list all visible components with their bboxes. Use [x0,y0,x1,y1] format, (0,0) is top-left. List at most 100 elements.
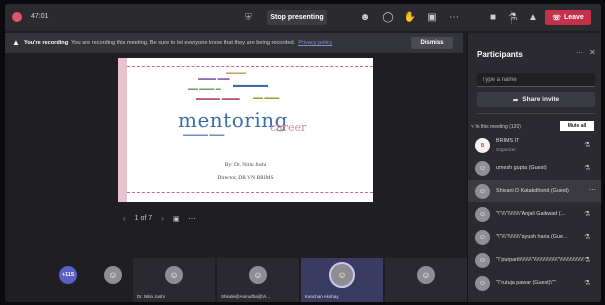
participant-tile-name: Shinde@Anirudha@Vi... [221,294,270,299]
share-icon: ➦ [512,96,519,104]
dismiss-button[interactable]: Dismiss [411,37,453,49]
leave-button[interactable]: ☏ Leave [545,10,591,25]
panel-more-icon[interactable]: ⋯ [576,49,583,57]
warning-icon: ▲ [12,38,20,47]
participant-tile-name: Dr. Nitin Joshi [137,294,165,299]
participant-name: "\"\\\"\\\\\\\\"ayush haria (Gue... [496,234,568,240]
avatar: ☺ [104,266,122,284]
next-slide-icon[interactable]: › [161,214,164,223]
participant-role: Organizer [496,147,516,152]
stop-presenting-button[interactable]: Stop presenting [267,10,327,25]
phone-icon: ☏ [552,14,561,22]
in-meeting-section-toggle[interactable]: ˅ In this meeting (120) [471,124,521,130]
overflow-tile[interactable]: +115 ☺ [5,258,131,302]
slide-director: Director, DR VN BRIMS [217,175,274,181]
slide-subword: career [270,121,307,134]
recording-title: You're recording [24,40,69,46]
wordcloud-fragment: ▬▬▬▬▬ [233,82,268,89]
participant-name: "\"purparti\\\\\\\\"\\\\\\\\\\\\\\\\"\\\… [496,257,584,263]
participant-row[interactable]: ☺ "\"purparti\\\\\\\\"\\\\\\\\\\\\\\\\"\… [468,249,601,271]
share-screen-icon[interactable]: ▲ [525,9,541,25]
shield-icon: ⛨ [245,12,252,22]
meeting-timer: 47:01 [31,13,49,20]
close-icon[interactable]: ✕ [589,48,596,57]
avatar: ☺ [329,262,355,288]
share-invite-label: Share invite [522,96,560,103]
slide-author: By: Dr. Nitin Joshi [224,162,267,168]
participant-tile[interactable]: ☺ Shinde@Anirudha@Vi... [217,258,299,302]
avatar: ☺ [475,276,490,291]
mic-off-icon: ⚗ [584,234,591,241]
participant-row[interactable]: ☺ Shivani D Katakdhond (Guest) ⋯ [468,180,601,202]
participant-row[interactable]: ☺ "\"rutuja pawar (Guest)\"" ⚗ [468,272,601,294]
slide-more-icon[interactable]: ⋯ [188,215,195,223]
avatar: ☺ [417,266,435,284]
mic-off-icon[interactable]: ⚗ [505,9,521,25]
avatar: ☺ [475,253,490,268]
previous-slide-icon[interactable]: ‹ [123,214,126,223]
participant-name: Shivani D Katakdhond (Guest) [496,188,569,194]
reactions-icon[interactable]: ✋ [402,9,418,25]
mic-off-icon: ⚗ [584,280,591,287]
mic-off-icon: ⚗ [584,257,591,264]
panel-divider [477,113,595,114]
in-meeting-count: In this meeting (120) [475,124,521,130]
privacy-policy-link[interactable]: Privacy policy [298,40,332,46]
participant-name: "\"rutuja pawar (Guest)\"" [496,280,556,286]
more-options-icon[interactable]: ⋯ [589,186,596,194]
wordcloud-fragment: ▬▬▬ ▬▬ [198,76,230,82]
chat-icon[interactable]: ◯ [380,9,396,25]
participant-row[interactable]: ☺ umesh gupta (Guest) ⚗ [468,157,601,179]
wordcloud-fragment: ▬▬ ▬▬▬ ▬ [188,86,221,92]
wordcloud-fragment: ▬▬▬▬ [226,70,246,76]
participant-name: BRIMS IT [496,138,520,144]
mic-off-icon: ⚗ [584,211,591,218]
camera-off-icon[interactable]: ■ [485,9,501,25]
active-speaker-tile[interactable]: ☺ Kanchan Akshay [301,258,383,302]
mic-off-icon: ⚗ [584,165,591,172]
slide-border-bottom [127,192,373,193]
wordcloud-fragment: ▬▬▬▬▬ ▬▬▬ [183,132,225,138]
avatar: ☺ [475,161,490,176]
participant-name: umesh gupta (Guest) [496,165,547,171]
mentoring-word-cloud: ▬▬▬ ▬▬ ▬▬▬▬ ▬▬ ▬▬▬ ▬ ▬▬▬▬▬ ▬▬▬▬ ▬▬▬ ▬▬ ▬… [178,68,307,143]
leave-label: Leave [563,14,584,21]
recording-indicator-icon [12,12,22,22]
participants-panel: Participants ⋯ ✕ ➦ Share invite ˅ In thi… [467,33,601,302]
slide-grid-icon[interactable]: ▣ [173,215,180,223]
participant-row[interactable]: ☺ "\"\\\"\\\\\\\\"Anjali Gaikwad (... ⚗ [468,203,601,225]
share-invite-button[interactable]: ➦ Share invite [477,92,595,107]
presentation-slide: ▬▬▬ ▬▬ ▬▬▬▬ ▬▬ ▬▬▬ ▬ ▬▬▬▬▬ ▬▬▬▬ ▬▬▬ ▬▬ ▬… [118,58,373,202]
overflow-count-badge: +115 [59,266,77,284]
panel-title: Participants [477,50,523,59]
recording-banner-text: You're recording You are recording this … [24,40,332,46]
shared-content-stage: ▬▬▬ ▬▬ ▬▬▬▬ ▬▬ ▬▬▬ ▬ ▬▬▬▬▬ ▬▬▬▬ ▬▬▬ ▬▬ ▬… [5,54,467,254]
avatar: ☺ [475,207,490,222]
participant-row[interactable]: B BRIMS IT Organizer ⚗ [468,134,601,156]
slide-page-label: 1 of 7 [134,215,153,222]
people-icon[interactable]: ☻ [357,9,373,25]
participant-tile-name: Kanchan Akshay [305,294,339,299]
more-actions-icon[interactable]: ⋯ [446,9,462,25]
name-search-input[interactable] [477,73,595,87]
avatar: ☺ [165,266,183,284]
avatar: ☺ [475,184,490,199]
wordcloud-fragment: ▬▬ ▬▬▬ [253,95,280,101]
recording-message: You are recording this meeting. Be sure … [71,40,296,46]
participant-tile[interactable]: ☺ Dr. Nitin Joshi [133,258,215,302]
avatar: B [475,138,490,153]
rooms-icon[interactable]: ▣ [424,9,440,25]
mic-off-icon: ⚗ [584,142,591,149]
recording-banner: ▲ You're recording You are recording thi… [5,33,463,53]
participant-strip: +115 ☺ ☺ Dr. Nitin Joshi ☺ Shinde@Anirud… [5,258,467,302]
teams-window: 47:01 ⛨ Stop presenting ☻ ◯ ✋ ▣ ⋯ ■ ⚗ ▲ … [5,4,601,302]
participant-tile[interactable]: ☺ [385,258,467,302]
wordcloud-fragment: ▬▬▬▬ ▬▬▬ [196,96,240,102]
slide-pager: ‹ 1 of 7 › ▣ ⋯ [123,214,195,223]
mute-all-button[interactable]: Mute all [560,121,594,131]
slide-border-top [127,66,373,67]
meeting-toolbar: 47:01 ⛨ Stop presenting ☻ ◯ ✋ ▣ ⋯ ■ ⚗ ▲ … [5,4,601,31]
participant-name: "\"\\\"\\\\\\\\"Anjali Gaikwad (... [496,211,566,217]
participant-row[interactable]: ☺ "\"\\\"\\\\\\\\"ayush haria (Gue... ⚗ [468,226,601,248]
avatar: ☺ [249,266,267,284]
